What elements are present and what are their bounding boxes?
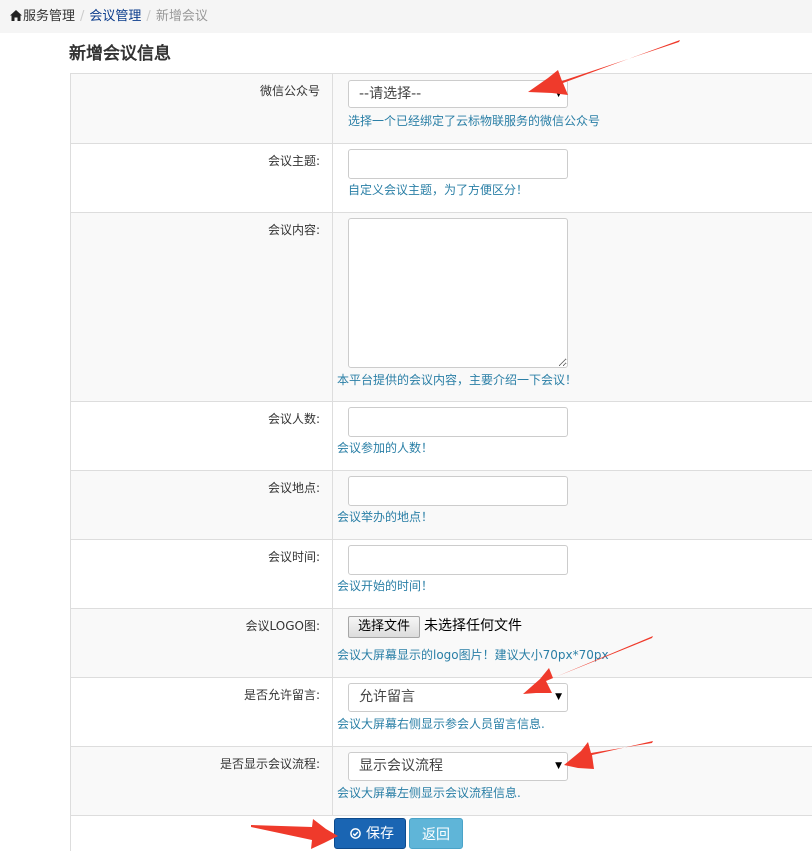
time-input[interactable] — [348, 545, 568, 575]
choose-file-button[interactable]: 选择文件 — [348, 616, 420, 638]
attendees-hint: 会议参加的人数！ — [337, 441, 434, 455]
show-agenda-hint: 会议大屏幕左侧显示会议流程信息. — [337, 786, 521, 800]
form-row-logo: 会议LOGO图: 选择文件 未选择任何文件 会议大屏幕显示的logo图片！建议大… — [71, 609, 812, 678]
topic-label: 会议主题: — [71, 144, 333, 212]
breadcrumb: 服务管理 / 会议管理 / 新增会议 — [0, 0, 812, 33]
form-row-agenda: 是否显示会议流程: 显示会议流程 ▼ 会议大屏幕左侧显示会议流程信息. — [71, 747, 812, 816]
home-icon — [10, 10, 22, 21]
location-hint: 会议举办的地点！ — [337, 510, 434, 524]
allow-comments-selected: 允许留言 — [359, 689, 415, 705]
allow-comments-label: 是否允许留言: — [71, 678, 333, 746]
form-row-location: 会议地点: 会议举办的地点！ — [71, 471, 812, 540]
content-label: 会议内容: — [71, 213, 333, 401]
page-title: 新增会议信息 — [69, 44, 171, 64]
save-button[interactable]: 保存 — [334, 818, 406, 849]
location-input[interactable] — [348, 476, 568, 506]
show-agenda-selected: 显示会议流程 — [359, 758, 443, 774]
chevron-down-icon: ▼ — [555, 692, 562, 702]
time-hint: 会议开始的时间！ — [337, 579, 434, 593]
breadcrumb-separator: / — [146, 9, 151, 24]
time-label: 会议时间: — [71, 540, 333, 608]
show-agenda-select[interactable]: 显示会议流程 ▼ — [348, 752, 568, 781]
file-status: 未选择任何文件 — [424, 618, 522, 634]
show-agenda-label: 是否显示会议流程: — [71, 747, 333, 815]
breadcrumb-item-meetings[interactable]: 会议管理 — [89, 9, 141, 24]
form-row-content: 会议内容: 本平台提供的会议内容，主要介绍一下会议！ — [71, 213, 812, 402]
breadcrumb-item-current: 新增会议 — [155, 9, 208, 24]
wechat-account-hint: 选择一个已经绑定了云标物联服务的微信公众号 — [348, 114, 601, 128]
form-row-time: 会议时间: 会议开始的时间！ — [71, 540, 812, 609]
attendees-input[interactable] — [348, 407, 568, 437]
form-row-wechat: 微信公众号 --请选择-- ▼ 选择一个已经绑定了云标物联服务的微信公众号 — [71, 74, 812, 144]
logo-label: 会议LOGO图: — [71, 609, 333, 677]
meeting-form: 微信公众号 --请选择-- ▼ 选择一个已经绑定了云标物联服务的微信公众号 会议… — [70, 73, 812, 816]
form-bottom-border — [70, 815, 71, 851]
wechat-account-select[interactable]: --请选择-- ▼ — [348, 80, 568, 108]
form-row-attendees: 会议人数: 会议参加的人数！ — [71, 402, 812, 471]
logo-hint: 会议大屏幕显示的logo图片！建议大小70px*70px — [337, 648, 609, 662]
back-button[interactable]: 返回 — [409, 818, 463, 849]
allow-comments-hint: 会议大屏幕右侧显示参会人员留言信息. — [337, 717, 545, 731]
content-textarea[interactable] — [348, 218, 568, 368]
annotation-arrow-save — [251, 819, 338, 849]
wechat-account-label: 微信公众号 — [71, 74, 333, 143]
chevron-down-icon: ▼ — [555, 89, 562, 99]
content-hint: 本平台提供的会议内容，主要介绍一下会议！ — [337, 373, 578, 387]
save-button-label: 保存 — [366, 825, 394, 841]
check-circle-icon — [350, 828, 361, 839]
wechat-account-selected: --请选择-- — [359, 86, 422, 102]
breadcrumb-separator: / — [80, 9, 85, 24]
form-row-comments: 是否允许留言: 允许留言 ▼ 会议大屏幕右侧显示参会人员留言信息. — [71, 678, 812, 747]
breadcrumb-item-services[interactable]: 服务管理 — [23, 9, 75, 24]
topic-hint: 自定义会议主题，为了方便区分！ — [348, 183, 529, 197]
chevron-down-icon: ▼ — [555, 761, 562, 771]
location-label: 会议地点: — [71, 471, 333, 539]
attendees-label: 会议人数: — [71, 402, 333, 470]
allow-comments-select[interactable]: 允许留言 ▼ — [348, 683, 568, 712]
form-row-topic: 会议主题: 自定义会议主题，为了方便区分！ — [71, 144, 812, 213]
topic-input[interactable] — [348, 149, 568, 179]
